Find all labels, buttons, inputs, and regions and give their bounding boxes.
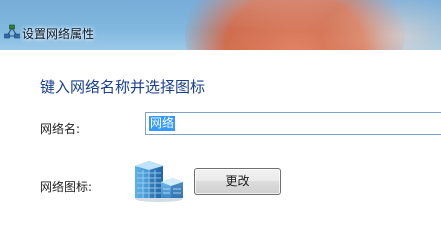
window-title: 设置网络属性 (22, 27, 95, 41)
network-name-value: 网络 (149, 116, 176, 131)
title-bar[interactable]: 设置网络属性 (0, 0, 441, 50)
network-name-label: 网络名: (40, 122, 81, 136)
dialog-content: 键入网络名称并选择图标 网络名: 网络 网络图标: 更改 (0, 50, 441, 250)
network-icon (4, 24, 20, 39)
page-heading: 键入网络名称并选择图标 (40, 78, 206, 96)
network-icon-label: 网络图标: (40, 180, 93, 194)
office-building-icon (135, 161, 183, 202)
network-name-input[interactable]: 网络 (145, 112, 441, 135)
change-icon-button[interactable]: 更改 (194, 168, 281, 195)
